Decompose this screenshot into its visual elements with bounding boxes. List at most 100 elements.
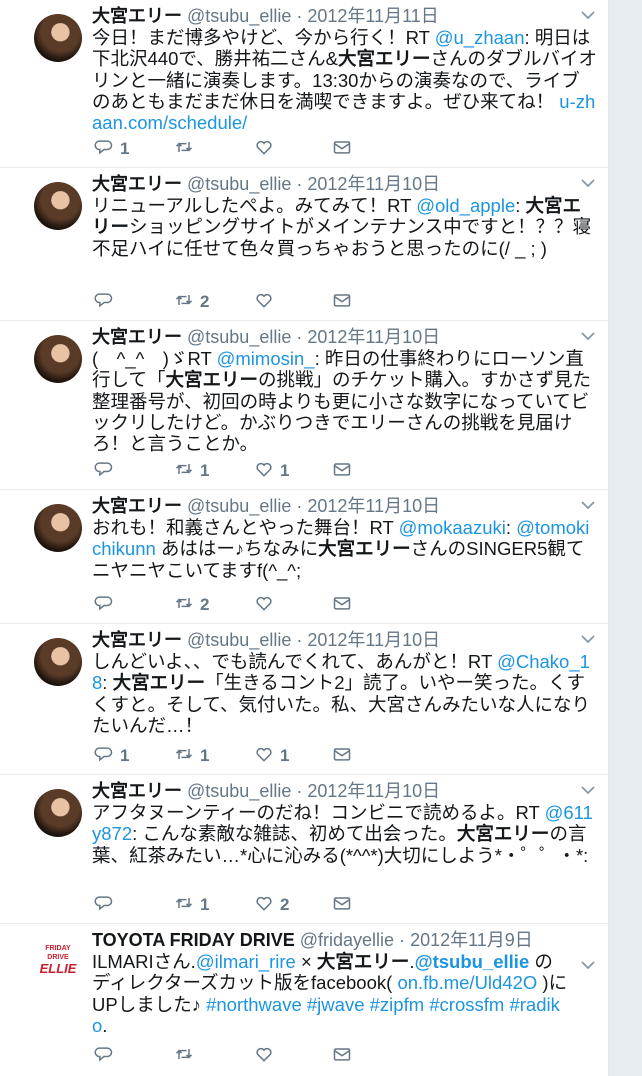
like-count: 1 [280, 461, 290, 480]
like-button[interactable]: 1 [254, 459, 289, 483]
author-handle[interactable]: @tsubu_ellie [187, 6, 291, 26]
text-segment: ILMARIさん. [92, 951, 196, 972]
reply-button[interactable] [94, 593, 120, 617]
like-button[interactable] [254, 290, 280, 314]
reply-icon [94, 137, 114, 162]
tweet[interactable]: 大宮エリー @tsubu_ellie · 2012年11月10日 リニューアルし… [0, 168, 608, 321]
retweet-button[interactable] [174, 1044, 200, 1068]
tweet[interactable]: 大宮エリー @tsubu_ellie · 2012年11月10日 アフタヌーンテ… [0, 775, 608, 924]
dm-button[interactable] [332, 593, 352, 617]
tweet-text: アフタヌーンティーのだね！コンビニで読めるよ。RT @611y872: こんな素… [92, 802, 598, 866]
tweet-date[interactable]: 2012年11月10日 [307, 174, 440, 194]
mention-link[interactable]: @mimosin_ [217, 348, 315, 369]
tweet-date[interactable]: 2012年11月10日 [307, 496, 440, 516]
chevron-down-icon[interactable] [580, 783, 596, 797]
tweet[interactable]: 大宮エリー @tsubu_ellie · 2012年11月10日 しんどいよ、、… [0, 624, 608, 775]
text-segment: : [505, 517, 517, 538]
author-handle[interactable]: @fridayellie [300, 930, 394, 950]
chevron-down-icon[interactable] [580, 498, 596, 512]
retweet-icon [174, 893, 194, 918]
dm-button[interactable] [332, 137, 352, 161]
dm-icon [332, 893, 352, 918]
reply-button[interactable]: 1 [94, 744, 129, 768]
like-button[interactable]: 1 [254, 744, 289, 768]
chevron-down-icon[interactable] [580, 958, 596, 972]
retweet-button[interactable] [174, 137, 200, 161]
hashtag-link[interactable]: #jwave [307, 994, 365, 1015]
retweet-button[interactable]: 2 [174, 593, 209, 617]
author-handle[interactable]: @tsubu_ellie [187, 781, 291, 801]
mention-link[interactable]: @tsubu_ellie [415, 951, 530, 972]
tweet-date[interactable]: 2012年11月10日 [307, 327, 440, 347]
avatar[interactable] [34, 335, 82, 383]
avatar[interactable]: FRIDAY DRIVE ELLIE [34, 938, 82, 986]
reply-button[interactable] [94, 290, 120, 314]
reply-button[interactable]: 1 [94, 137, 129, 161]
retweet-count: 2 [200, 292, 210, 311]
dm-button[interactable] [332, 893, 352, 917]
reply-button[interactable] [94, 459, 120, 483]
like-icon [254, 137, 274, 162]
avatar[interactable] [34, 504, 82, 552]
hashtag-link[interactable]: #zipfm [370, 994, 425, 1015]
retweet-icon [174, 744, 194, 769]
like-button[interactable]: 2 [254, 893, 289, 917]
tweet[interactable]: 大宮エリー @tsubu_ellie · 2012年11月11日 今日！まだ博多… [0, 0, 608, 168]
tweet[interactable]: FRIDAY DRIVE ELLIE TOYOTA FRIDAY DRIVE @… [0, 924, 608, 1076]
retweet-button[interactable]: 1 [174, 459, 209, 483]
dm-button[interactable] [332, 459, 352, 483]
avatar[interactable] [34, 789, 82, 837]
reply-button[interactable] [94, 893, 120, 917]
author-name[interactable]: 大宮エリー [92, 174, 182, 194]
avatar[interactable] [34, 182, 82, 230]
tweet[interactable]: 大宮エリー @tsubu_ellie · 2012年11月10日 おれも！和義さ… [0, 490, 608, 624]
mention-link[interactable]: @old_apple [416, 195, 515, 216]
tweet-date[interactable]: 2012年11月10日 [307, 630, 440, 650]
author-name[interactable]: 大宮エリー [92, 6, 182, 26]
chevron-down-icon[interactable] [580, 8, 596, 22]
tweet[interactable]: 大宮エリー @tsubu_ellie · 2012年11月10日 ( ^_^ )… [0, 321, 608, 490]
hashtag-link[interactable]: #crossfm [429, 994, 504, 1015]
retweet-button[interactable]: 1 [174, 893, 209, 917]
tweet-actions: 1 1 [94, 459, 394, 483]
tweet-header: 大宮エリー @tsubu_ellie · 2012年11月10日 [92, 173, 578, 195]
highlighted-text: 大宮エリー [318, 538, 411, 560]
tweet-date[interactable]: 2012年11月9日 [410, 930, 533, 950]
author-handle[interactable]: @tsubu_ellie [187, 174, 291, 194]
mention-link[interactable]: @mokaazuki [399, 517, 506, 538]
avatar[interactable] [34, 14, 82, 62]
author-handle[interactable]: @tsubu_ellie [187, 496, 291, 516]
chevron-down-icon[interactable] [580, 176, 596, 190]
author-name[interactable]: 大宮エリー [92, 781, 182, 801]
mention-link[interactable]: @ilmari_rire [196, 951, 296, 972]
hashtag-link[interactable]: #northwave [206, 994, 302, 1015]
author-name[interactable]: TOYOTA FRIDAY DRIVE [92, 930, 295, 950]
tweet-date[interactable]: 2012年11月10日 [307, 781, 440, 801]
tweet-date[interactable]: 2012年11月11日 [307, 6, 438, 26]
avatar[interactable] [34, 638, 82, 686]
like-button[interactable] [254, 137, 280, 161]
like-button[interactable] [254, 1044, 280, 1068]
mention-link[interactable]: @u_zhaan [435, 27, 525, 48]
dm-button[interactable] [332, 744, 352, 768]
text-segment: アフタヌーンティーのだね！コンビニで読めるよ。RT [92, 802, 545, 823]
tweet-header: 大宮エリー @tsubu_ellie · 2012年11月10日 [92, 780, 578, 802]
dm-button[interactable] [332, 290, 352, 314]
chevron-down-icon[interactable] [580, 329, 596, 343]
author-handle[interactable]: @tsubu_ellie [187, 630, 291, 650]
retweet-button[interactable]: 2 [174, 290, 209, 314]
author-name[interactable]: 大宮エリー [92, 496, 182, 516]
dm-icon [332, 1044, 352, 1069]
author-name[interactable]: 大宮エリー [92, 630, 182, 650]
tweet-actions: 1 2 [94, 893, 394, 917]
url-link[interactable]: on.fb.me/Uld42O [397, 972, 537, 993]
retweet-button[interactable]: 1 [174, 744, 209, 768]
author-name[interactable]: 大宮エリー [92, 327, 182, 347]
tweet-header: TOYOTA FRIDAY DRIVE @fridayellie · 2012年… [92, 929, 578, 951]
chevron-down-icon[interactable] [580, 632, 596, 646]
reply-button[interactable] [94, 1044, 120, 1068]
author-handle[interactable]: @tsubu_ellie [187, 327, 291, 347]
dm-button[interactable] [332, 1044, 352, 1068]
like-button[interactable] [254, 593, 280, 617]
tweet-text: 今日！まだ博多やけど、今から行く！RT @u_zhaan: 明日は下北沢440で… [92, 27, 598, 133]
